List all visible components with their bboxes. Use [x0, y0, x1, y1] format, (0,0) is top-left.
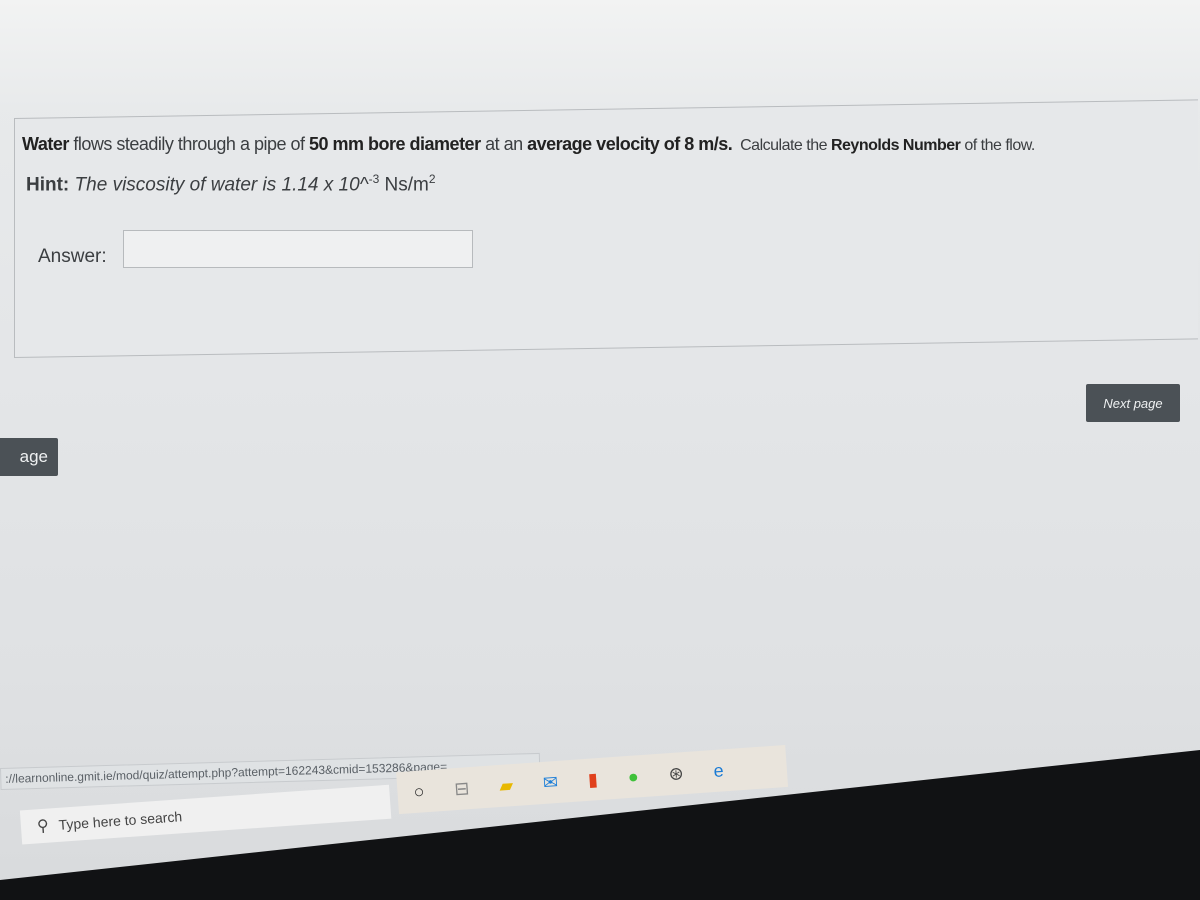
- mail-icon[interactable]: ✉: [542, 771, 559, 793]
- previous-page-button[interactable]: age: [0, 438, 58, 476]
- q-part: at an: [480, 134, 528, 154]
- hint-text: Hint: The viscosity of water is 1.14 x 1…: [26, 172, 436, 196]
- q-part: Water: [22, 134, 69, 154]
- xbox-icon[interactable]: ⊛: [668, 763, 685, 785]
- q-part: 50 mm bore diameter: [309, 134, 481, 154]
- task-view-icon[interactable]: ⊟: [454, 778, 471, 800]
- hint-exponent: -3: [368, 172, 380, 186]
- hint-body: The viscosity of water is 1.14 x 10^: [74, 174, 369, 196]
- question-text: Water flows steadily through a pipe of 5…: [22, 134, 1035, 155]
- q-part: average velocity of 8 m/s.: [527, 134, 733, 154]
- answer-label: Answer:: [38, 246, 107, 267]
- cortana-icon[interactable]: ○: [413, 781, 425, 803]
- search-placeholder: Type here to search: [58, 808, 183, 833]
- hint-unit: Ns/m: [379, 174, 429, 196]
- office-icon[interactable]: ▮: [587, 769, 598, 791]
- q-part: flows steadily through a pipe of: [68, 134, 309, 154]
- q-part: of the flow.: [960, 137, 1035, 154]
- file-explorer-icon[interactable]: ▰: [499, 775, 514, 797]
- search-icon: ⚲: [36, 817, 50, 836]
- q-part: Reynolds Number: [830, 137, 961, 154]
- next-page-button[interactable]: Next page: [1086, 384, 1180, 422]
- answer-input[interactable]: [123, 230, 473, 268]
- xbox-companion-icon[interactable]: ●: [627, 766, 639, 788]
- hint-label: Hint:: [26, 174, 70, 196]
- q-part: Calculate the: [732, 137, 831, 154]
- edge-icon[interactable]: e: [713, 760, 724, 782]
- hint-unit-exponent: 2: [428, 172, 436, 186]
- taskbar-search[interactable]: ⚲ Type here to search: [19, 784, 392, 845]
- page-header-area: [0, 0, 1200, 110]
